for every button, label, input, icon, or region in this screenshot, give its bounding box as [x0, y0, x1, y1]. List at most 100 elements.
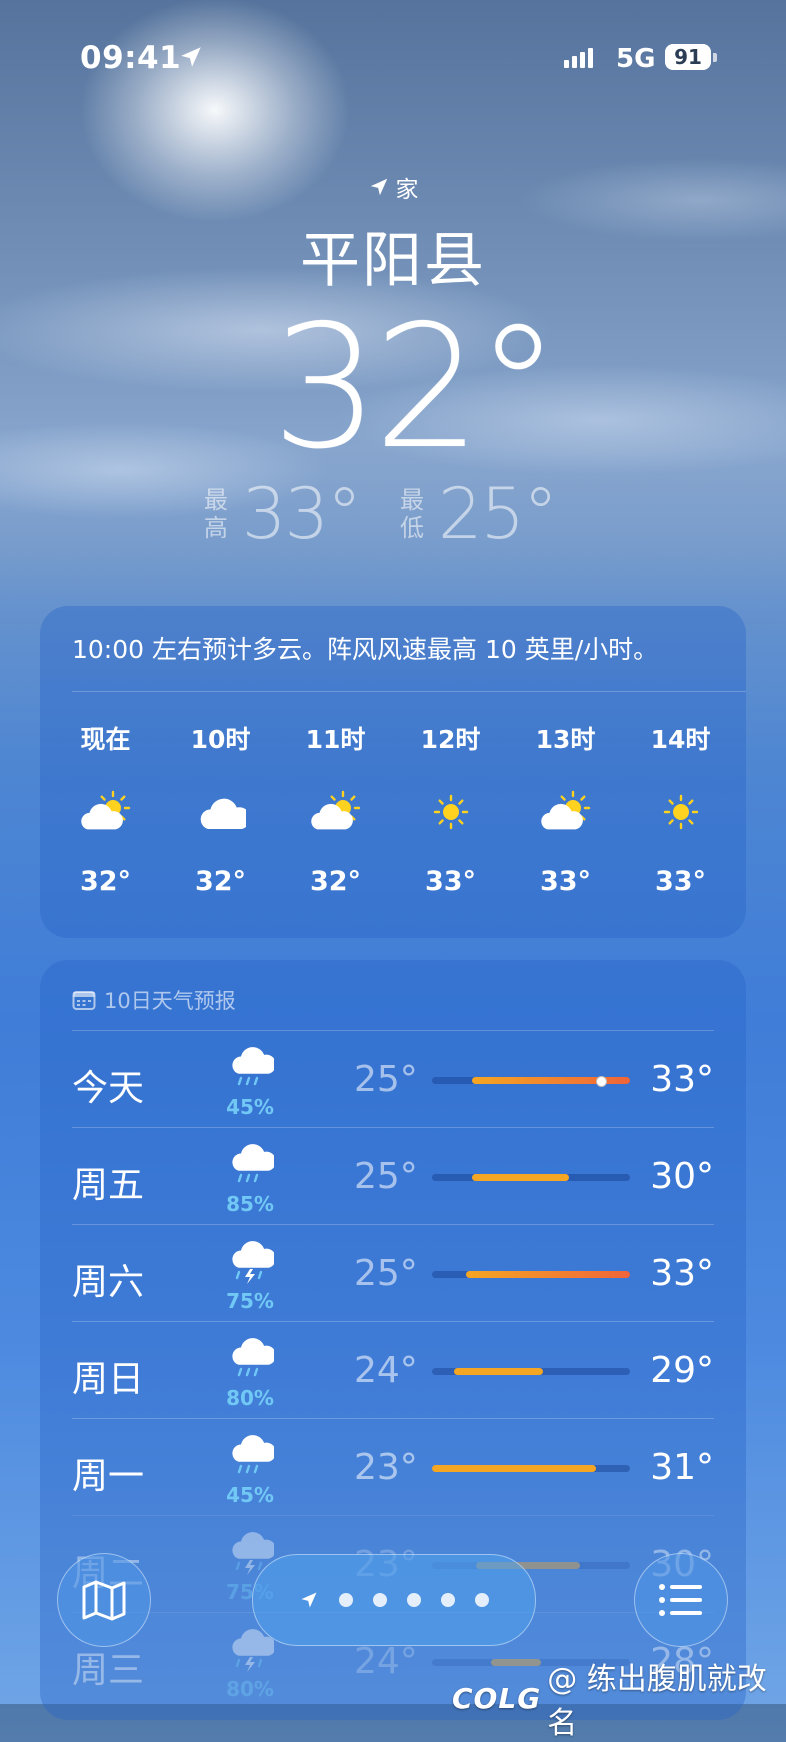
watermark: COLG @ 练出腹肌就改名 [452, 1654, 786, 1742]
temperature-range-fill [453, 1368, 543, 1375]
page-dot[interactable] [441, 1593, 455, 1607]
day-low: 24° [354, 1641, 418, 1682]
hour-label: 12时 [420, 725, 481, 754]
day-high: 33° [650, 1059, 714, 1100]
page-dot[interactable] [407, 1593, 421, 1607]
daily-row[interactable]: 今天 45% 25° 33° [72, 1030, 714, 1127]
city-name: 平阳县 [300, 226, 486, 296]
day-low: 24° [354, 1350, 418, 1391]
day-high: 29° [650, 1350, 714, 1391]
temperature-range-fill [432, 1465, 597, 1472]
precip-chance: 45% [226, 1483, 274, 1507]
day-weather: 45% [220, 1043, 280, 1119]
forecast-summary: 10:00 左右预计多云。阵风风速最高 10 英里/小时。 [72, 635, 659, 664]
hour-temperature: 33° [654, 866, 707, 897]
partly-sunny-icon [309, 782, 363, 842]
page-dot[interactable] [475, 1593, 489, 1607]
day-high: 30° [650, 1156, 714, 1197]
temperature-range-bar [432, 1076, 630, 1087]
day-low: 25° [354, 1156, 418, 1197]
daily-row[interactable]: 周五 85% 25° 30° [72, 1127, 714, 1224]
temperature-range-fill [465, 1271, 630, 1278]
hour-temperature: 32° [194, 866, 247, 897]
location-tag: 家 [0, 170, 786, 204]
day-weather: 75% [220, 1237, 280, 1313]
temperature-range-fill [471, 1174, 569, 1181]
precip-chance: 80% [226, 1677, 274, 1701]
day-label: 今天 [72, 1068, 145, 1109]
hourly-item: 13时 33° [508, 720, 623, 897]
status-bar: 09:41 5G 91 [0, 36, 786, 80]
thunderstorm-icon [226, 1237, 277, 1289]
weather-header: 家 平阳县 32° 最 高 33° 最 低 25° [0, 170, 786, 555]
rain-icon [226, 1431, 277, 1483]
hour-label: 10时 [190, 725, 251, 754]
ten-day-title: 10日天气预报 [72, 985, 236, 1015]
hourly-item: 11时 32° [278, 720, 393, 897]
page-indicator[interactable] [252, 1554, 536, 1646]
location-arrow-icon [301, 1592, 317, 1608]
sun-icon [659, 782, 703, 842]
hour-temperature: 32° [79, 866, 132, 897]
sun-icon [429, 782, 473, 842]
day-low: 23° [354, 1447, 418, 1488]
list-icon [659, 1584, 702, 1616]
temperature-range-bar [432, 1174, 630, 1181]
daily-row[interactable]: 周日 80% 24° 29° [72, 1321, 714, 1418]
high-label: 最 高 [203, 486, 228, 542]
high-temperature: 33° [241, 473, 362, 555]
watermark-text: @ 练出腹肌就改名 [547, 1662, 767, 1741]
map-button[interactable] [57, 1553, 151, 1647]
hourly-item: 12时 33° [393, 720, 508, 897]
day-weather: 85% [220, 1140, 280, 1216]
daily-row[interactable]: 周一 45% 23° 31° [72, 1418, 714, 1515]
page-dot[interactable] [339, 1593, 353, 1607]
partly-sunny-icon [539, 782, 593, 842]
day-high: 31° [650, 1447, 714, 1488]
day-weather: 80% [220, 1334, 280, 1410]
hourly-item: 现在 32° [48, 720, 163, 897]
precip-chance: 80% [226, 1386, 274, 1410]
hourly-forecast-card[interactable]: 10:00 左右预计多云。阵风风速最高 10 英里/小时。 现在 32° 10时 … [40, 606, 746, 938]
rain-icon [226, 1140, 277, 1192]
day-label: 周五 [72, 1165, 145, 1206]
hour-temperature: 33° [424, 866, 477, 897]
location-arrow-icon [181, 47, 201, 67]
hour-label: 现在 [80, 725, 131, 754]
current-temperature-dot [596, 1076, 608, 1087]
divider [72, 691, 746, 692]
location-tag-label: 家 [395, 177, 419, 203]
precip-chance: 45% [226, 1095, 274, 1119]
temperature-range-bar [432, 1465, 630, 1472]
daily-row[interactable]: 周六 75% 25° 33° [72, 1224, 714, 1321]
page-dot[interactable] [373, 1593, 387, 1607]
network-type: 5G [616, 44, 656, 74]
precip-chance: 85% [226, 1192, 274, 1216]
hourly-item: 10时 32° [163, 720, 278, 897]
map-icon [82, 1580, 126, 1621]
day-label: 周六 [72, 1262, 145, 1303]
cloud-icon [196, 782, 246, 842]
day-low: 25° [354, 1253, 418, 1294]
day-low: 25° [354, 1059, 418, 1100]
partly-sunny-icon [79, 782, 133, 842]
day-label: 周日 [72, 1359, 145, 1400]
low-label: 最 低 [400, 486, 424, 542]
temperature-range-bar [432, 1368, 630, 1375]
hour-label: 13时 [535, 725, 596, 754]
hourly-item: 14时 33° [623, 720, 738, 897]
hour-temperature: 33° [539, 866, 592, 897]
day-weather: 45% [220, 1431, 280, 1507]
day-high: 33° [650, 1253, 714, 1294]
rain-icon [226, 1043, 277, 1095]
hourly-list[interactable]: 现在 32° 10时 32° 11时 32° 12时 33° 13时 33° 14时 33… [48, 720, 738, 897]
current-temperature: 32° [271, 289, 560, 487]
low-temperature: 25° [438, 473, 558, 555]
city-list-button[interactable] [634, 1553, 728, 1647]
precip-chance: 75% [226, 1289, 274, 1313]
calendar-icon [72, 991, 96, 1010]
location-arrow-icon [370, 178, 387, 196]
day-label: 周三 [72, 1650, 145, 1691]
hour-temperature: 32° [309, 866, 362, 897]
status-time: 09:41 [80, 40, 182, 76]
